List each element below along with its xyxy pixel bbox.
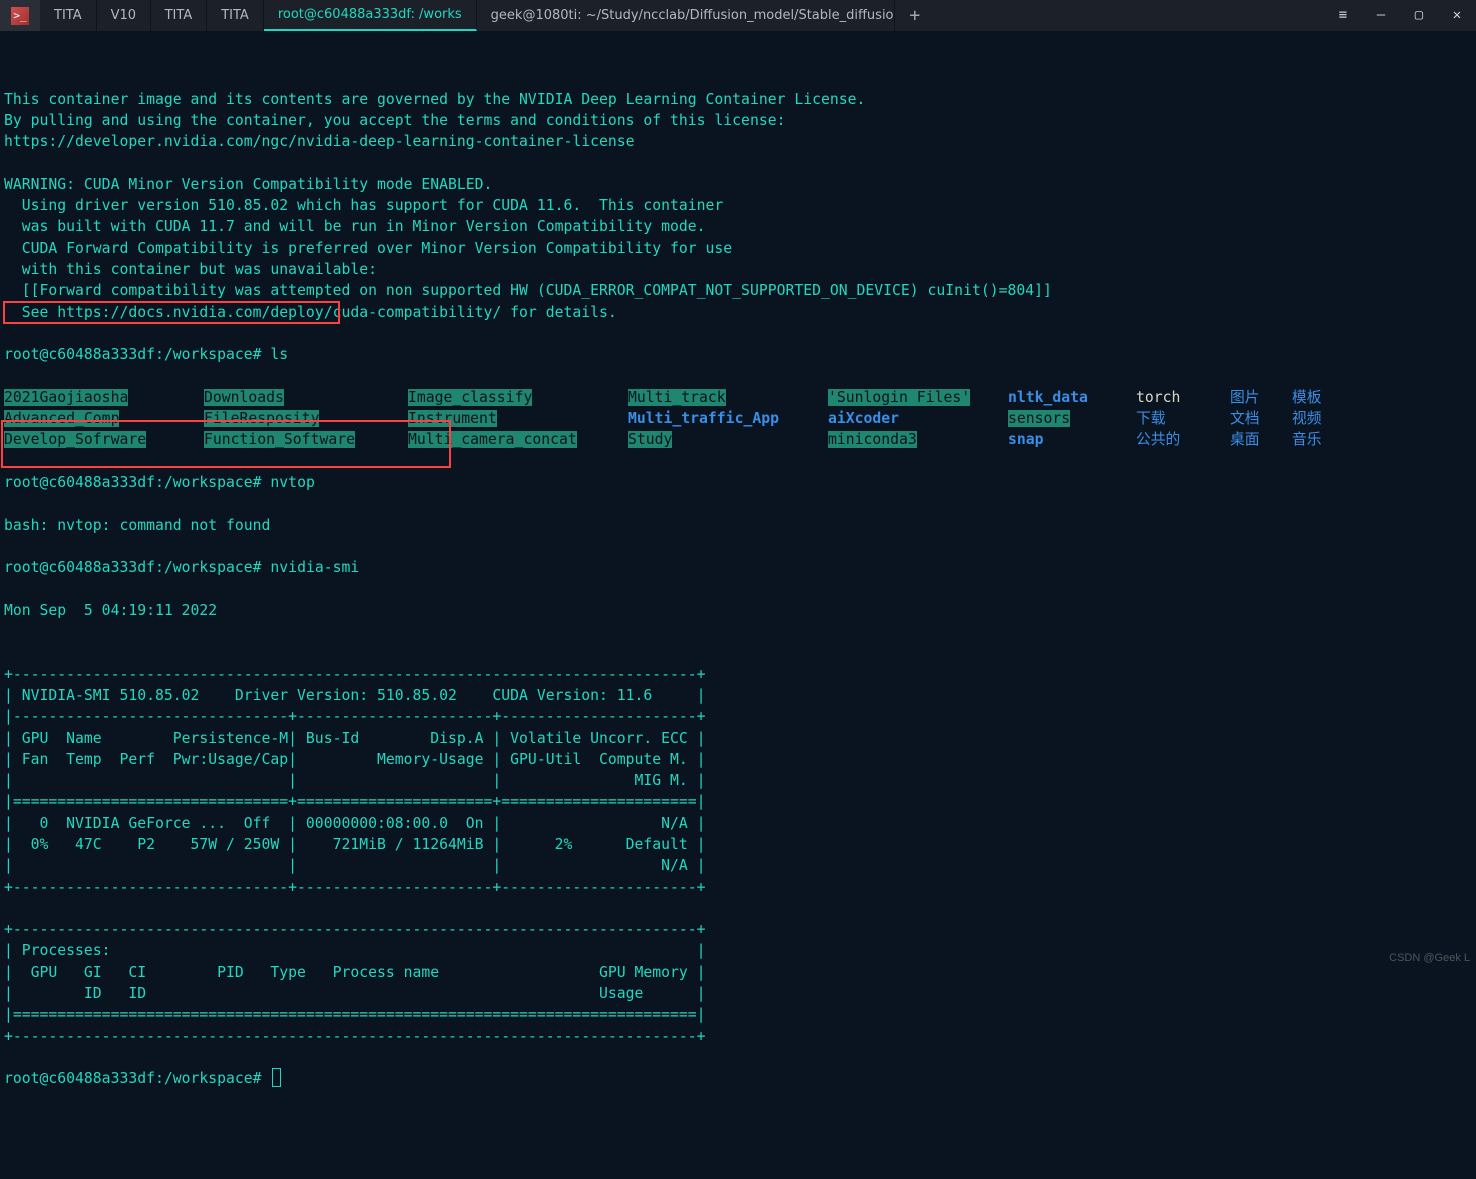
tab-2[interactable]: TITA (151, 0, 208, 31)
minimize-button[interactable]: — (1362, 0, 1400, 32)
license-text: This container image and its contents ar… (4, 67, 1472, 323)
ls-dir: Multi_track (628, 389, 726, 406)
ls-dir: Image_classify (408, 389, 532, 406)
ls-output: 2021Gaojiaosha Downloads Image_classify Mul… (4, 387, 1472, 451)
ls-dir: 视频 (1292, 410, 1322, 427)
ls-dir: Advanced_Comp (4, 410, 119, 427)
prompt-current: root@c60488a333df:/workspace# (4, 1068, 1472, 1089)
ls-dir: 模板 (1292, 389, 1322, 406)
tab-1[interactable]: V10 (97, 0, 151, 31)
ls-dir: 图片 (1230, 389, 1260, 406)
new-tab-button[interactable]: + (895, 0, 935, 31)
cursor-icon (272, 1068, 281, 1087)
ls-file: torch (1136, 389, 1180, 406)
prompt-ls: root@c60488a333df:/workspace# ls (4, 344, 1472, 365)
tab-4-active[interactable]: root@c60488a333df: /works (264, 0, 477, 31)
ls-dir: aiXcoder (828, 410, 899, 427)
ls-dir: 桌面 (1230, 431, 1260, 448)
window-controls: ≡ — ▢ ✕ (1324, 0, 1476, 31)
smi-date: Mon Sep 5 04:19:11 2022 (4, 600, 1472, 621)
ls-dir: 文档 (1230, 410, 1260, 427)
close-button[interactable]: ✕ (1438, 0, 1476, 32)
watermark: CSDN @Geek L (1389, 948, 1470, 969)
ls-dir: Multi_camera_concat (408, 431, 577, 448)
ls-dir: 2021Gaojiaosha (4, 389, 128, 406)
ls-dir: 公共的 (1136, 431, 1180, 448)
terminal-output[interactable]: This container image and its contents ar… (0, 32, 1476, 1179)
error-nvtop: bash: nvtop: command not found (4, 515, 1472, 536)
ls-dir: Downloads (204, 389, 284, 406)
tab-5[interactable]: geek@1080ti: ~/Study/ncclab/Diffusion_mo… (477, 0, 895, 31)
hamburger-menu-icon[interactable]: ≡ (1324, 0, 1362, 32)
ls-dir: snap (1008, 431, 1044, 448)
ls-dir: Develop_Sofrware (4, 431, 146, 448)
ls-dir: sensors (1008, 410, 1070, 427)
ls-dir: Instrument (408, 410, 497, 427)
ls-dir: Function_Software (204, 431, 355, 448)
ls-dir: Study (628, 431, 672, 448)
ls-dir: 'Sunlogin Files' (828, 389, 970, 406)
nvidia-smi-table: +---------------------------------------… (4, 642, 1472, 1047)
tab-0[interactable]: TITA (40, 0, 97, 31)
ls-dir: nltk_data (1008, 389, 1088, 406)
tab-3[interactable]: TITA (207, 0, 264, 31)
prompt-nvtop: root@c60488a333df:/workspace# nvtop (4, 472, 1472, 493)
ls-dir: 音乐 (1292, 431, 1322, 448)
maximize-button[interactable]: ▢ (1400, 0, 1438, 32)
ls-dir: 下载 (1136, 410, 1166, 427)
ls-dir: Multi_traffic_App (628, 410, 779, 427)
tab-bar: >_ TITA V10 TITA TITA root@c60488a333df:… (0, 0, 1476, 32)
ls-dir: miniconda3 (828, 431, 917, 448)
prompt-nvidia-smi: root@c60488a333df:/workspace# nvidia-smi (4, 557, 1472, 578)
app-icon[interactable]: >_ (0, 0, 40, 31)
ls-dir: FileResposity (204, 410, 319, 427)
